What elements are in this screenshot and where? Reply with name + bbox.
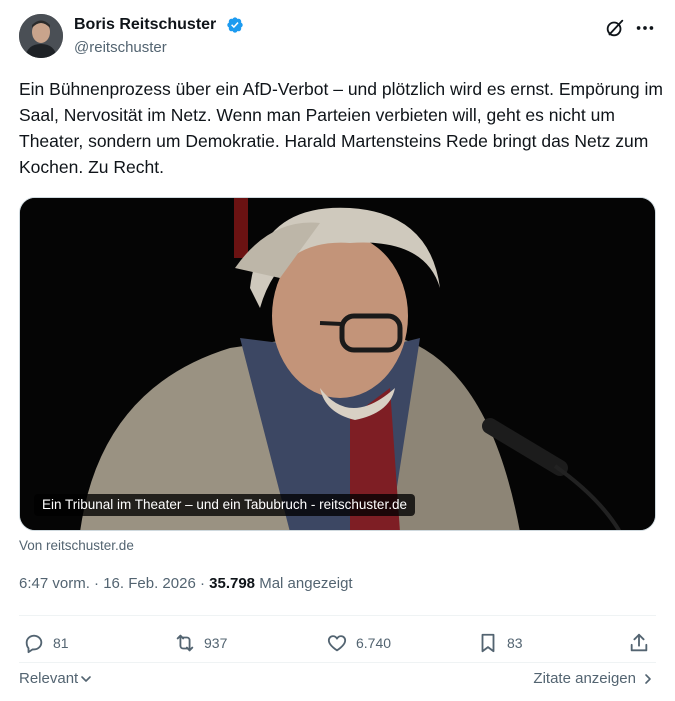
media-card[interactable]: Ein Tribunal im Theater – und ein Tabubr… <box>19 197 656 531</box>
like-icon <box>327 635 347 652</box>
more-icon[interactable] <box>634 17 656 39</box>
sort-dropdown[interactable]: Relevant <box>19 669 92 689</box>
view-quotes-link[interactable]: Zitate anzeigen <box>533 669 654 689</box>
bookmark-icon <box>481 633 495 653</box>
media-image <box>20 198 655 530</box>
reply-icon <box>25 634 43 654</box>
repost-button[interactable]: 937 <box>174 628 227 658</box>
grok-icon[interactable] <box>604 17 626 39</box>
verified-badge-icon <box>227 17 243 33</box>
action-bar: 81 937 6.740 83 <box>19 628 656 658</box>
bookmark-button[interactable]: 83 <box>477 628 523 658</box>
tweet-time[interactable]: 6:47 vorm. <box>19 575 90 592</box>
reply-count: 81 <box>53 635 69 651</box>
views-label: Mal angezeigt <box>259 575 353 592</box>
bookmark-count: 83 <box>507 635 523 651</box>
repost-count: 937 <box>204 635 228 651</box>
media-caption: Ein Tribunal im Theater – und ein Tabubr… <box>34 494 415 516</box>
author-name[interactable]: Boris Reitschuster <box>74 15 216 35</box>
repost-icon <box>176 634 194 652</box>
divider <box>19 662 656 663</box>
share-icon <box>630 633 648 652</box>
meta-separator: · <box>199 575 205 592</box>
divider <box>19 615 656 616</box>
tweet-text: Ein Bühnenprozess über ein AfD-Verbot – … <box>19 79 663 177</box>
meta-separator: · <box>94 575 100 592</box>
chevron-right-icon <box>645 674 651 684</box>
like-count: 6.740 <box>356 635 392 651</box>
views-count: 35.798 <box>209 575 256 592</box>
tweet-date[interactable]: 16. Feb. 2026 <box>103 575 196 592</box>
share-button[interactable] <box>628 628 658 658</box>
quotes-label: Zitate anzeigen <box>533 670 636 687</box>
tweet-meta: 6:47 vorm. · 16. Feb. 2026 · 35.798 Mal … <box>19 574 353 594</box>
sort-label: Relevant <box>19 670 79 687</box>
chevron-down-icon <box>81 676 92 682</box>
tweet-card: Boris Reitschuster @reitschuster Ein Büh… <box>0 0 675 701</box>
author-handle[interactable]: @reitschuster <box>74 38 167 58</box>
reply-button[interactable]: 81 <box>23 628 69 658</box>
avatar[interactable] <box>19 14 63 58</box>
like-button[interactable]: 6.740 <box>326 628 391 658</box>
media-source-link[interactable]: Von reitschuster.de <box>19 537 134 555</box>
